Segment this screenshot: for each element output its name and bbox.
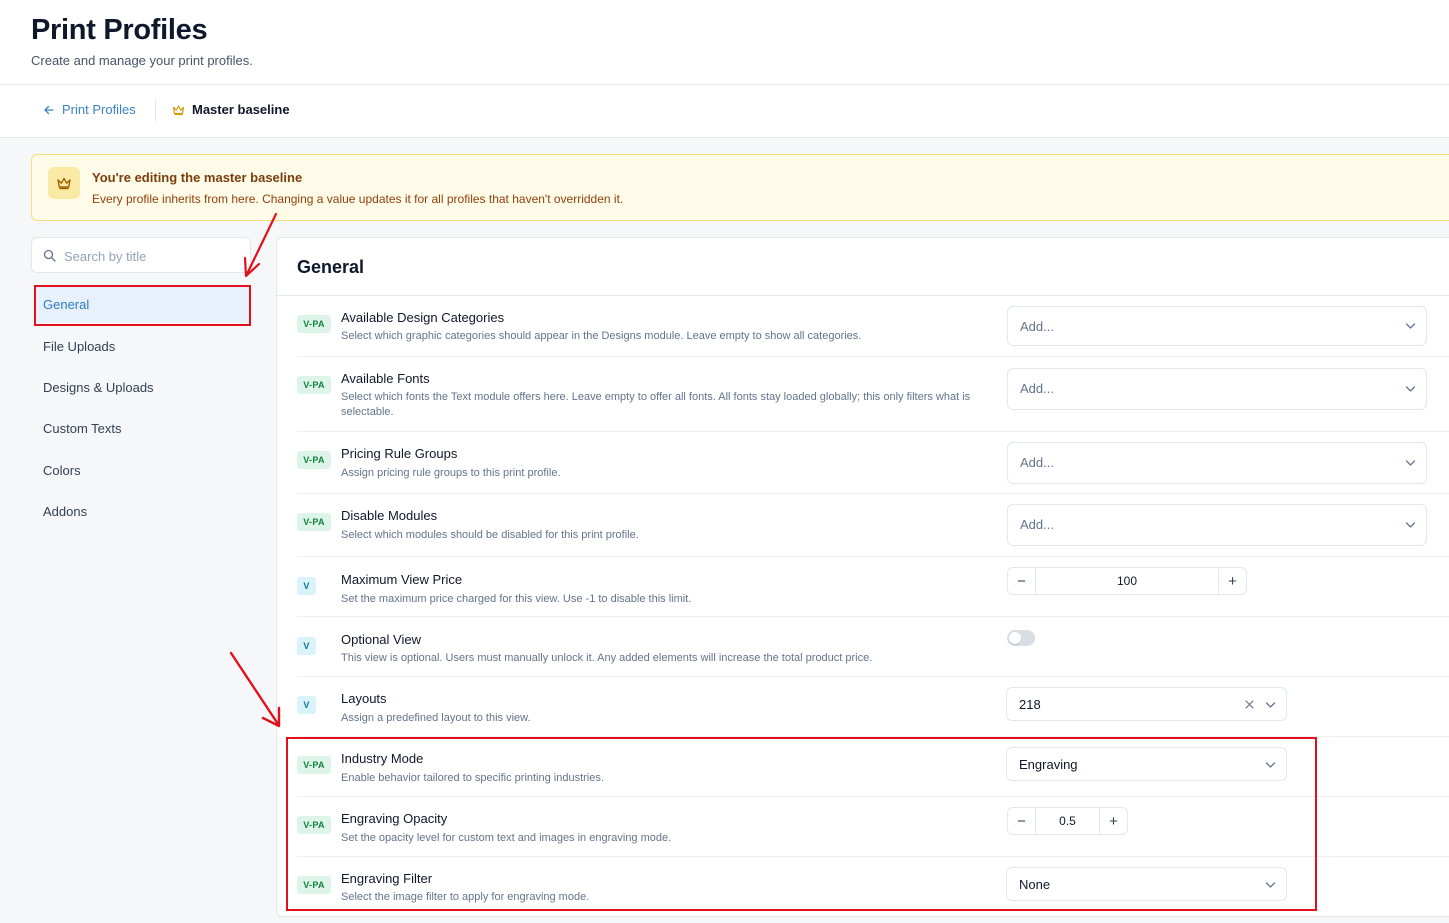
back-to-print-profiles-link[interactable]: Print Profiles bbox=[43, 102, 136, 117]
max-view-price-stepper: − + bbox=[1007, 567, 1247, 595]
setting-description: Set the opacity level for custom text an… bbox=[341, 832, 672, 844]
scope-badge: V-PA bbox=[297, 816, 331, 834]
setting-description: Select which fonts the Text module offer… bbox=[341, 391, 971, 418]
setting-description: Assign a predefined layout to this view. bbox=[341, 712, 531, 724]
setting-title: Optional View bbox=[341, 632, 421, 647]
select-value: Engraving bbox=[1019, 757, 1078, 772]
increment-button[interactable]: + bbox=[1099, 808, 1127, 834]
layouts-select[interactable]: 218 bbox=[1006, 687, 1287, 721]
setting-description: Assign pricing rule groups to this print… bbox=[341, 467, 561, 479]
industry-mode-select[interactable]: Engraving bbox=[1006, 747, 1287, 781]
scope-badge: V-PA bbox=[297, 376, 331, 394]
setting-description: This view is optional. Users must manual… bbox=[341, 652, 873, 664]
select-placeholder: Add... bbox=[1020, 381, 1054, 396]
breadcrumb-current-label: Master baseline bbox=[192, 102, 290, 117]
select-placeholder: Add... bbox=[1020, 319, 1054, 334]
banner-text: Every profile inherits from here. Changi… bbox=[92, 192, 624, 206]
setting-title: Available Design Categories bbox=[341, 310, 505, 325]
design-categories-select[interactable]: Add... bbox=[1007, 306, 1427, 346]
sidebar-search bbox=[31, 237, 251, 273]
setting-title: Maximum View Price bbox=[341, 572, 463, 587]
banner-icon-box bbox=[48, 167, 80, 199]
engraving-opacity-stepper: − + bbox=[1007, 807, 1128, 835]
arrow-left-icon bbox=[44, 105, 54, 114]
panel-title: General bbox=[297, 257, 365, 277]
decrement-button[interactable]: − bbox=[1008, 808, 1036, 834]
setting-title: Pricing Rule Groups bbox=[341, 446, 458, 461]
setting-title: Engraving Opacity bbox=[341, 811, 448, 826]
chevron-down-icon bbox=[1265, 702, 1276, 708]
master-baseline-banner: You're editing the master baseline Every… bbox=[31, 154, 1449, 221]
toggle-knob bbox=[1009, 632, 1021, 644]
scope-badge: V bbox=[297, 637, 316, 655]
scope-badge: V bbox=[297, 696, 316, 714]
scope-badge: V bbox=[297, 577, 316, 595]
setting-description: Select the image filter to apply for eng… bbox=[341, 891, 590, 903]
engraving-filter-select[interactable]: None bbox=[1006, 867, 1287, 901]
select-value: None bbox=[1019, 877, 1051, 892]
breadcrumb-separator bbox=[155, 100, 156, 122]
setting-description: Set the maximum price charged for this v… bbox=[341, 593, 692, 605]
setting-description: Select which modules should be disabled … bbox=[341, 529, 639, 541]
clear-icon[interactable] bbox=[1245, 700, 1254, 709]
setting-description: Enable behavior tailored to specific pri… bbox=[341, 772, 604, 784]
banner-title: You're editing the master baseline bbox=[92, 170, 303, 185]
optional-view-toggle[interactable] bbox=[1007, 630, 1035, 646]
crown-icon bbox=[172, 104, 185, 115]
select-value: 218 bbox=[1019, 697, 1041, 712]
setting-row-engraving-filter: V-PA Engraving Filter Select the image f… bbox=[297, 857, 1449, 917]
page-subtitle: Create and manage your print profiles. bbox=[31, 53, 253, 68]
scope-badge: V-PA bbox=[297, 876, 331, 894]
crown-icon bbox=[57, 177, 71, 190]
setting-row-pricing-rule-groups: V-PA Pricing Rule Groups Assign pricing … bbox=[297, 432, 1449, 494]
setting-row-available-fonts: V-PA Available Fonts Select which fonts … bbox=[297, 357, 1449, 432]
page-header: Print Profiles Create and manage your pr… bbox=[0, 0, 1449, 85]
scope-badge: V-PA bbox=[297, 513, 331, 531]
scope-badge: V-PA bbox=[297, 315, 331, 333]
setting-title: Disable Modules bbox=[341, 508, 438, 523]
select-placeholder: Add... bbox=[1020, 517, 1054, 532]
available-fonts-select[interactable]: Add... bbox=[1007, 368, 1427, 410]
increment-button[interactable]: + bbox=[1218, 568, 1246, 594]
chevron-down-icon bbox=[1405, 386, 1416, 392]
chevron-down-icon bbox=[1405, 323, 1416, 329]
setting-row-max-view-price: V Maximum View Price Set the maximum pri… bbox=[297, 557, 1449, 617]
scope-badge: V-PA bbox=[297, 756, 331, 774]
select-placeholder: Add... bbox=[1020, 455, 1054, 470]
disable-modules-select[interactable]: Add... bbox=[1007, 504, 1427, 546]
scope-badge: V-PA bbox=[297, 451, 331, 469]
chevron-down-icon bbox=[1405, 460, 1416, 466]
settings-panel: General V-PA Available Design Categories… bbox=[276, 237, 1449, 917]
back-link-label: Print Profiles bbox=[62, 102, 136, 117]
setting-row-optional-view: V Optional View This view is optional. U… bbox=[297, 617, 1449, 677]
sidebar-item-designs-uploads[interactable]: Designs & Uploads bbox=[35, 368, 249, 406]
sidebar-item-general[interactable]: General bbox=[35, 285, 249, 323]
page-title: Print Profiles bbox=[31, 14, 208, 46]
breadcrumb-current: Master baseline bbox=[172, 102, 290, 117]
setting-row-industry-mode: V-PA Industry Mode Enable behavior tailo… bbox=[297, 737, 1449, 797]
search-icon bbox=[43, 249, 56, 262]
chevron-down-icon bbox=[1405, 522, 1416, 528]
chevron-down-icon bbox=[1265, 882, 1276, 888]
sidebar-item-addons[interactable]: Addons bbox=[35, 492, 249, 530]
setting-title: Layouts bbox=[341, 691, 387, 706]
sidebar-item-custom-texts[interactable]: Custom Texts bbox=[35, 409, 249, 447]
decrement-button[interactable]: − bbox=[1008, 568, 1036, 594]
max-view-price-input[interactable] bbox=[1038, 572, 1216, 590]
search-input[interactable] bbox=[64, 246, 244, 266]
engraving-opacity-input[interactable] bbox=[1038, 812, 1097, 830]
setting-row-engraving-opacity: V-PA Engraving Opacity Set the opacity l… bbox=[297, 797, 1449, 857]
setting-row-disable-modules: V-PA Disable Modules Select which module… bbox=[297, 494, 1449, 557]
sidebar-item-file-uploads[interactable]: File Uploads bbox=[35, 327, 249, 365]
setting-row-design-categories: V-PA Available Design Categories Select … bbox=[297, 296, 1449, 357]
setting-title: Engraving Filter bbox=[341, 871, 433, 886]
setting-description: Select which graphic categories should a… bbox=[341, 330, 862, 342]
breadcrumb: Print Profiles Master baseline bbox=[0, 85, 1449, 138]
pricing-rule-groups-select[interactable]: Add... bbox=[1007, 442, 1427, 484]
setting-title: Industry Mode bbox=[341, 751, 424, 766]
sidebar-item-colors[interactable]: Colors bbox=[35, 451, 249, 489]
setting-row-layouts: V Layouts Assign a predefined layout to … bbox=[297, 677, 1449, 737]
chevron-down-icon bbox=[1265, 762, 1276, 768]
setting-title: Available Fonts bbox=[341, 371, 430, 386]
